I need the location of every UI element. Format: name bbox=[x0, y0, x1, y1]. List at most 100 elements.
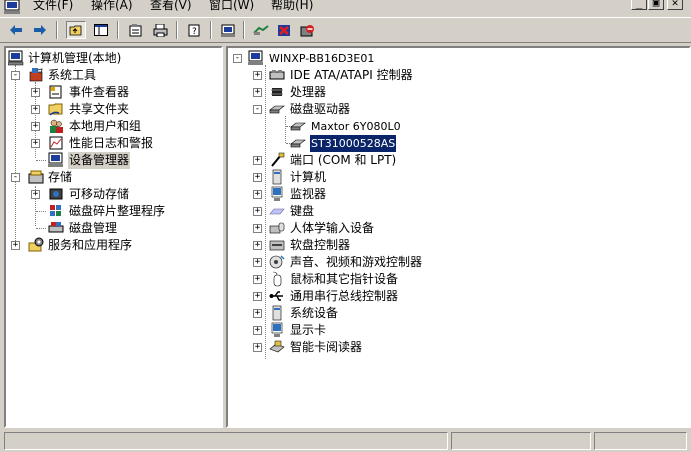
menu-view[interactable]: 查看(V) bbox=[150, 0, 192, 14]
selected-tree-item-label: ST31000528AS bbox=[308, 134, 398, 153]
tree-item-disk-st31000528as[interactable]: ST31000528AS bbox=[228, 134, 689, 153]
expand-toggle[interactable]: + bbox=[253, 190, 262, 199]
tree-item-monitors[interactable]: + 监视器 bbox=[228, 186, 689, 203]
tree-item-event-viewer[interactable]: + 事件查看器 bbox=[6, 84, 221, 101]
collapse-toggle[interactable]: - bbox=[253, 105, 262, 114]
tree-item-computer-management[interactable]: 计算机管理(本地) bbox=[6, 50, 221, 67]
uninstall-device-button[interactable] bbox=[297, 21, 317, 39]
users-groups-icon bbox=[50, 119, 63, 133]
expand-toggle[interactable]: + bbox=[253, 224, 262, 233]
refresh-button[interactable] bbox=[218, 21, 238, 39]
restore-button[interactable]: ▣ bbox=[648, 0, 664, 10]
print-button[interactable] bbox=[150, 21, 170, 39]
tree-item-keyboards[interactable]: + 键盘 bbox=[228, 203, 689, 220]
tree-item-services-apps[interactable]: + 服务和应用程序 bbox=[6, 237, 221, 254]
tree-item-device-manager[interactable]: 设备管理器 bbox=[6, 152, 221, 169]
monitor-icon bbox=[271, 186, 283, 201]
minimize-button[interactable]: _ bbox=[631, 0, 647, 10]
tree-item-processors[interactable]: + 处理器 bbox=[228, 84, 689, 101]
tree-item-floppy-controllers[interactable]: + 软盘控制器 bbox=[228, 237, 689, 254]
console-tree-pane[interactable]: 计算机管理(本地) - 系统工具 + 事件查看器 + 共享文件夹 + 本地用户和… bbox=[4, 46, 223, 428]
expand-toggle[interactable]: + bbox=[253, 326, 262, 335]
expand-toggle[interactable]: + bbox=[11, 241, 20, 250]
disk-management-icon bbox=[48, 222, 64, 233]
expand-toggle[interactable]: + bbox=[253, 88, 262, 97]
tree-item-hid[interactable]: + 人体学输入设备 bbox=[228, 220, 689, 237]
menu-window[interactable]: 窗口(W) bbox=[209, 0, 254, 14]
disk-drive-icon bbox=[269, 105, 285, 114]
show-hide-tree-button[interactable] bbox=[91, 21, 111, 39]
menu-action[interactable]: 操作(A) bbox=[91, 0, 133, 14]
tree-item-ide-controllers[interactable]: + IDE ATA/ATAPI 控制器 bbox=[228, 67, 689, 84]
scan-hardware-icon bbox=[253, 25, 269, 35]
expand-toggle[interactable]: + bbox=[253, 275, 262, 284]
status-panel-2 bbox=[451, 432, 591, 450]
forward-icon bbox=[34, 25, 46, 35]
tree-item-mice[interactable]: + 鼠标和其它指针设备 bbox=[228, 271, 689, 288]
forward-button[interactable] bbox=[30, 21, 50, 39]
device-manager-icon bbox=[48, 152, 63, 167]
tree-item-label: 鼠标和其它指针设备 bbox=[290, 272, 399, 286]
tree-item-defragmenter[interactable]: 磁盘碎片整理程序 bbox=[6, 203, 221, 220]
expand-toggle[interactable]: + bbox=[31, 139, 40, 148]
up-folder-button[interactable] bbox=[66, 21, 86, 39]
tree-item-label: 事件查看器 bbox=[69, 85, 130, 99]
tree-item-disk-drives[interactable]: - 磁盘驱动器 bbox=[228, 101, 689, 118]
tree-item-ports[interactable]: + 端口 (COM 和 LPT) bbox=[228, 152, 689, 169]
expand-toggle[interactable]: + bbox=[253, 207, 262, 216]
collapse-toggle[interactable]: - bbox=[11, 71, 20, 80]
expand-toggle[interactable]: + bbox=[31, 190, 40, 199]
tree-item-performance-logs[interactable]: + 性能日志和警报 bbox=[6, 135, 221, 152]
tree-item-local-users[interactable]: + 本地用户和组 bbox=[6, 118, 221, 135]
tree-item-display-adapters[interactable]: + 显示卡 bbox=[228, 322, 689, 339]
computer-management-icon[interactable] bbox=[4, 0, 20, 14]
expand-toggle[interactable]: + bbox=[253, 71, 262, 80]
tree-item-shared-folders[interactable]: + 共享文件夹 bbox=[6, 101, 221, 118]
tree-item-label: IDE ATA/ATAPI 控制器 bbox=[290, 68, 413, 82]
tree-item-system-devices[interactable]: + 系统设备 bbox=[228, 305, 689, 322]
expand-toggle[interactable]: + bbox=[31, 105, 40, 114]
scan-hardware-button[interactable] bbox=[251, 21, 271, 39]
toolbar: ? bbox=[0, 17, 691, 43]
expand-toggle[interactable]: + bbox=[31, 88, 40, 97]
toolbar-separator bbox=[56, 21, 58, 39]
keyboard-icon bbox=[269, 208, 285, 215]
expand-toggle[interactable]: + bbox=[253, 241, 262, 250]
tree-root-computer[interactable]: - WINXP-BB16D3E01 bbox=[228, 50, 689, 67]
device-tree-pane[interactable]: - WINXP-BB16D3E01 + IDE ATA/ATAPI 控制器 + … bbox=[226, 46, 691, 428]
tree-item-computer[interactable]: + 计算机 bbox=[228, 169, 689, 186]
computer-management-icon bbox=[8, 50, 24, 66]
menu-help[interactable]: 帮助(H) bbox=[271, 0, 313, 14]
storage-icon bbox=[28, 170, 44, 184]
collapse-toggle[interactable]: - bbox=[233, 54, 242, 63]
close-button[interactable]: ✕ bbox=[667, 0, 683, 10]
removable-storage-icon bbox=[49, 188, 63, 200]
menu-file[interactable]: 文件(F) bbox=[33, 0, 73, 14]
tree-item-usb-controllers[interactable]: + 通用串行总线控制器 bbox=[228, 288, 689, 305]
collapse-toggle[interactable]: - bbox=[11, 173, 20, 182]
expand-toggle[interactable]: + bbox=[253, 173, 262, 182]
properties-button[interactable] bbox=[126, 21, 146, 39]
tree-item-removable-storage[interactable]: + 可移动存储 bbox=[6, 186, 221, 203]
help-button[interactable]: ? bbox=[184, 21, 204, 39]
tree-item-disk-management[interactable]: 磁盘管理 bbox=[6, 220, 221, 237]
expand-toggle[interactable]: + bbox=[253, 343, 262, 352]
tree-item-smart-card-readers[interactable]: + 智能卡阅读器 bbox=[228, 339, 689, 356]
disable-device-button[interactable] bbox=[274, 21, 294, 39]
expand-toggle[interactable]: + bbox=[253, 292, 262, 301]
expand-toggle[interactable]: + bbox=[253, 309, 262, 318]
properties-icon bbox=[129, 23, 142, 36]
up-folder-icon bbox=[69, 25, 82, 36]
expand-toggle[interactable]: + bbox=[31, 122, 40, 131]
expand-toggle[interactable]: + bbox=[253, 258, 262, 267]
tree-item-sound-video-game[interactable]: + 声音、视频和游戏控制器 bbox=[228, 254, 689, 271]
shared-folder-icon bbox=[48, 103, 63, 116]
tree-item-disk-maxtor[interactable]: Maxtor 6Y080L0 bbox=[228, 118, 689, 135]
expand-toggle[interactable]: + bbox=[253, 156, 262, 165]
uninstall-device-icon bbox=[300, 24, 314, 36]
tree-item-system-tools[interactable]: - 系统工具 bbox=[6, 67, 221, 84]
back-button[interactable] bbox=[6, 21, 26, 39]
event-viewer-icon bbox=[49, 85, 62, 99]
tree-item-storage[interactable]: - 存储 bbox=[6, 169, 221, 186]
tree-item-label: 服务和应用程序 bbox=[48, 238, 133, 252]
